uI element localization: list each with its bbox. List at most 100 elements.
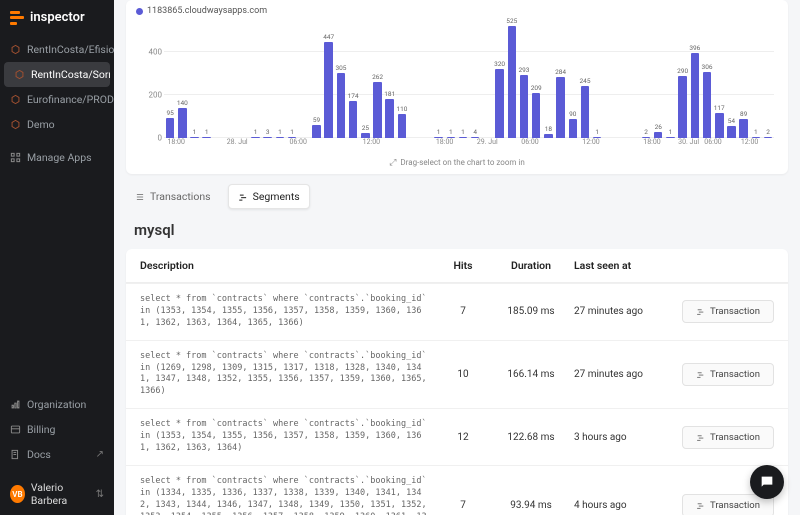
bar-value-label: 2 xyxy=(766,128,770,136)
bar[interactable]: 1 xyxy=(201,128,213,138)
tab-segments[interactable]: Segments xyxy=(228,184,310,209)
bar[interactable]: 1 xyxy=(445,128,457,138)
app-icon xyxy=(10,119,21,130)
bar[interactable]: 89 xyxy=(738,110,750,138)
bar-value-label: 1 xyxy=(595,128,599,136)
transaction-button-label: Transaction xyxy=(710,500,760,511)
bar[interactable]: 525 xyxy=(506,17,518,139)
brand[interactable]: inspector xyxy=(0,0,114,37)
bar[interactable]: 140 xyxy=(176,99,188,138)
cell-description: select * from `contracts` where `contrac… xyxy=(140,294,430,330)
bar[interactable]: 90 xyxy=(567,110,579,138)
sidebar: inspector RentInCosta/EfisioRentInCosta/… xyxy=(0,0,114,515)
user-name: Valerio Barbera xyxy=(31,481,90,507)
bar-value-label: 525 xyxy=(506,17,517,25)
docs-icon xyxy=(10,449,21,460)
bar[interactable]: 1 xyxy=(286,128,298,138)
bar[interactable]: 209 xyxy=(530,84,542,138)
bar[interactable]: 290 xyxy=(677,67,689,138)
cell-hits: 7 xyxy=(438,306,488,317)
x-tick: 18:00 xyxy=(167,138,184,146)
bar[interactable]: 396 xyxy=(689,44,701,138)
sidebar-app-0[interactable]: RentInCosta/Efisio xyxy=(0,37,114,62)
avatar: VB xyxy=(10,485,25,503)
bar[interactable]: 320 xyxy=(493,60,505,138)
bar[interactable]: 293 xyxy=(518,66,530,138)
sidebar-bottom-1[interactable]: Billing xyxy=(0,417,114,442)
bar[interactable]: 305 xyxy=(335,64,347,138)
transaction-button[interactable]: Transaction xyxy=(682,363,774,386)
bar[interactable]: 110 xyxy=(396,105,408,138)
bar[interactable]: 1 xyxy=(432,128,444,138)
bar[interactable]: 25 xyxy=(359,124,371,138)
list-icon xyxy=(135,192,145,202)
chart-legend[interactable]: 1183865.cloudwaysapps.com xyxy=(136,6,778,16)
bar[interactable]: 1 xyxy=(664,128,676,138)
table-row: select * from `contracts` where `contrac… xyxy=(126,465,788,515)
bar-value-label: 1 xyxy=(669,128,673,136)
bar[interactable]: 447 xyxy=(323,33,335,138)
bar[interactable]: 1 xyxy=(457,128,469,138)
bar[interactable]: 18 xyxy=(542,125,554,138)
bar[interactable]: 1 xyxy=(591,128,603,138)
bar[interactable]: 1 xyxy=(188,128,200,138)
bar[interactable]: 2 xyxy=(640,128,652,138)
bar[interactable]: 306 xyxy=(701,63,713,138)
bar-value-label: 320 xyxy=(494,60,505,68)
manage-apps[interactable]: Manage Apps xyxy=(0,145,114,170)
transaction-button[interactable]: Transaction xyxy=(682,426,774,449)
legend-label: 1183865.cloudwaysapps.com xyxy=(147,6,267,16)
external-icon: ↗ xyxy=(96,449,104,460)
sidebar-app-1[interactable]: RentInCosta/Sorr... xyxy=(4,62,110,87)
bar[interactable]: 59 xyxy=(310,116,322,138)
bar[interactable]: 1 xyxy=(274,128,286,138)
y-tick: 0 xyxy=(158,134,163,143)
bar[interactable]: 95 xyxy=(164,109,176,138)
bar[interactable]: 26 xyxy=(652,123,664,138)
chart-hint: Drag-select on the chart to zoom in xyxy=(136,156,778,168)
bar[interactable]: 117 xyxy=(713,104,725,138)
sidebar-bottom-2[interactable]: Docs↗ xyxy=(0,442,114,467)
x-tick: 30. Jul xyxy=(678,138,699,146)
transaction-button[interactable]: Transaction xyxy=(682,300,774,323)
bar[interactable]: 1 xyxy=(249,128,261,138)
bar-value-label: 2 xyxy=(644,128,648,136)
bar-value-label: 1 xyxy=(449,128,453,136)
cell-last-seen: 3 hours ago xyxy=(574,432,674,443)
bar[interactable]: 54 xyxy=(725,117,737,138)
bar-chart[interactable]: 0200400 95140111311594473051742526218111… xyxy=(136,18,778,156)
user-menu[interactable]: VB Valerio Barbera ⇅ xyxy=(0,473,114,515)
bar[interactable]: 284 xyxy=(555,68,567,138)
th-duration: Duration xyxy=(496,259,566,272)
x-tick: 12:00 xyxy=(741,138,758,146)
bar[interactable]: 174 xyxy=(347,92,359,138)
bar-value-label: 95 xyxy=(166,109,173,117)
sidebar-app-label: Demo xyxy=(27,118,55,131)
sidebar-app-3[interactable]: Demo xyxy=(0,112,114,137)
sidebar-app-2[interactable]: Eurofinance/PROD xyxy=(0,87,114,112)
cell-last-seen: 4 hours ago xyxy=(574,500,674,511)
sidebar-app-label: RentInCosta/Sorr... xyxy=(31,68,110,81)
logo-icon xyxy=(10,11,24,25)
bar-value-label: 25 xyxy=(362,124,369,132)
manage-apps-label: Manage Apps xyxy=(27,151,92,164)
bar-value-label: 140 xyxy=(177,99,188,107)
sidebar-bottom-0[interactable]: Organization xyxy=(0,392,114,417)
bar-value-label: 447 xyxy=(323,33,334,41)
bar[interactable]: 262 xyxy=(371,73,383,138)
apps-nav: RentInCosta/Efisio RentInCosta/Sorr... Eur… xyxy=(0,37,114,137)
cell-last-seen: 27 minutes ago xyxy=(574,306,674,317)
bar-value-label: 26 xyxy=(655,123,662,131)
org-icon xyxy=(10,399,21,410)
tab-transactions[interactable]: Transactions xyxy=(126,185,220,208)
bar[interactable]: 181 xyxy=(384,90,396,138)
bar[interactable]: 4 xyxy=(469,128,481,138)
bar[interactable]: 1 xyxy=(750,128,762,138)
legend-dot-icon xyxy=(136,8,143,15)
bar[interactable]: 245 xyxy=(579,77,591,139)
chat-fab[interactable] xyxy=(750,465,784,499)
bar-value-label: 1 xyxy=(193,128,197,136)
brand-text: inspector xyxy=(30,10,85,25)
bar[interactable]: 2 xyxy=(762,128,774,138)
bar[interactable]: 3 xyxy=(262,128,274,138)
